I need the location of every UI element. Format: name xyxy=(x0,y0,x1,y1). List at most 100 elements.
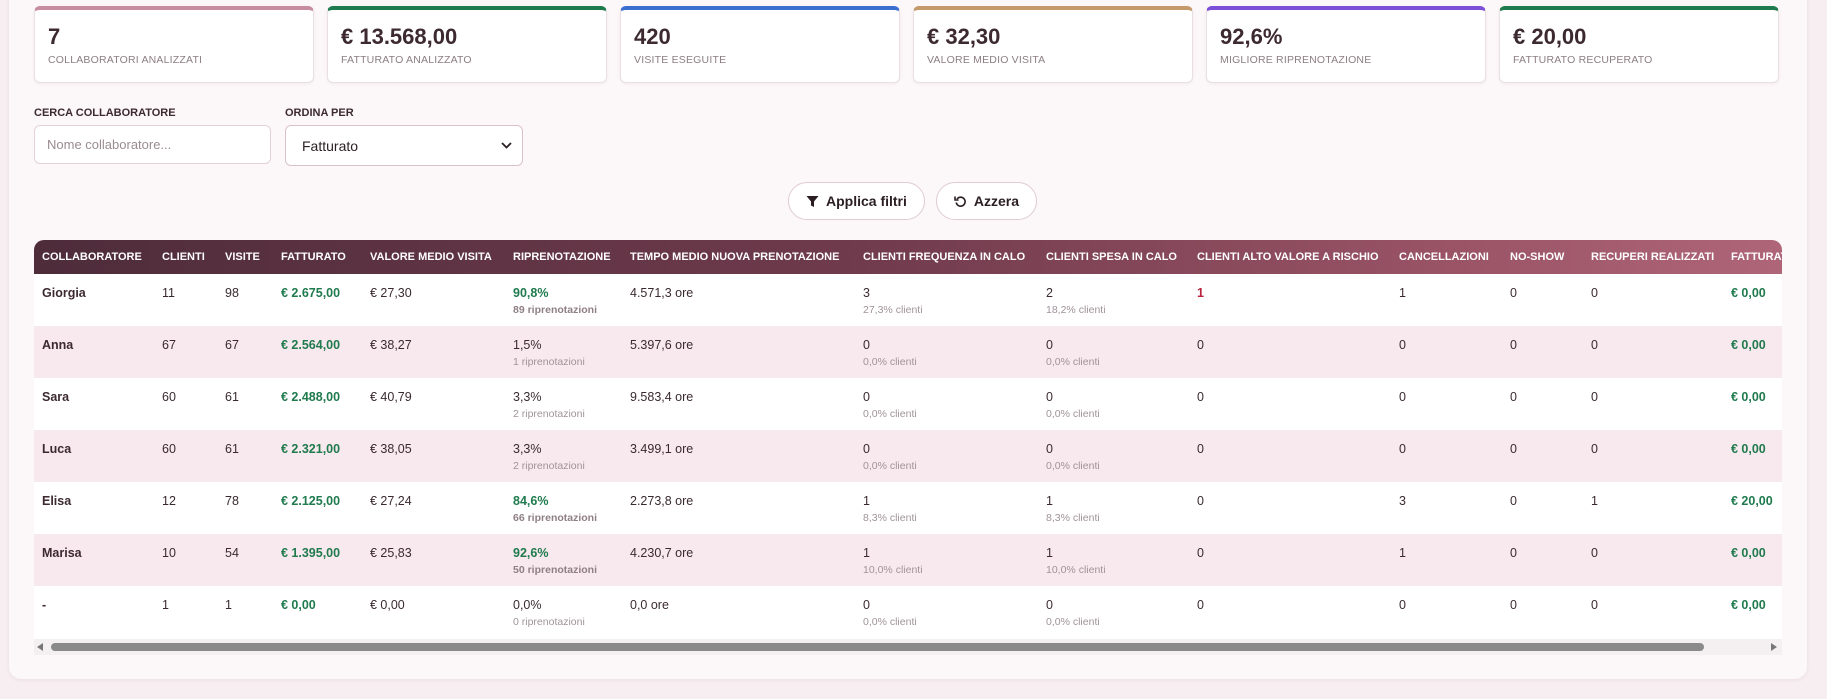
table-row[interactable]: Anna 67 67 € 2.564,00 € 38,27 1,5% 1 riprenota… xyxy=(34,326,1782,378)
column-header[interactable]: Tempo medio nuova prenotazione xyxy=(622,240,855,274)
avg-visit-value-cell: € 27,24 xyxy=(362,482,505,534)
no-show-cell: 0 xyxy=(1502,586,1583,638)
search-filter: Cerca collaboratore Nome collaboratore..… xyxy=(34,107,271,166)
sort-select[interactable]: Fatturato xyxy=(285,125,523,166)
clients-cell: 60 xyxy=(154,378,217,430)
reset-label: Azzera xyxy=(973,193,1020,209)
column-header[interactable]: Riprenotazione xyxy=(505,240,622,274)
frequency-drop-cell-detail: 0,0% clienti xyxy=(863,408,917,420)
reset-button[interactable]: Azzera xyxy=(935,182,1038,220)
table-row[interactable]: Sara 60 61 € 2.488,00 € 40,79 3,3% 2 riprenota… xyxy=(34,378,1782,430)
rebooking-cell-detail: 66 riprenotazioni xyxy=(513,512,598,524)
collaborators-table: Collaboratore Clienti Visite Fatturato Valor… xyxy=(34,240,1782,654)
rebooking-cell-detail: 50 riprenotazioni xyxy=(513,564,598,576)
avg-rebooking-time-cell: 0,0 ore xyxy=(622,586,855,638)
column-header[interactable]: Recuperi realizzati xyxy=(1583,240,1723,274)
scroll-right-icon[interactable] xyxy=(1771,643,1777,651)
column-header[interactable]: Clienti alto valore a rischio xyxy=(1189,240,1391,274)
visits-cell: 1 xyxy=(217,586,273,638)
avg-rebooking-time-cell: 3.499,1 ore xyxy=(622,430,855,482)
horizontal-scrollbar[interactable] xyxy=(34,639,1782,655)
high-value-risk-cell: 0 xyxy=(1189,586,1391,638)
high-value-risk-cell: 1 xyxy=(1189,274,1391,326)
kpi-value: 420 xyxy=(634,24,671,49)
spending-drop-cell-value: 0 xyxy=(1046,338,1053,352)
spending-drop-cell-detail: 0,0% clienti xyxy=(1046,460,1100,472)
table-row[interactable]: Luca 60 61 € 2.321,00 € 38,05 3,3% 2 riprenota… xyxy=(34,430,1782,482)
recovered-revenue-cell: € 0,00 xyxy=(1723,274,1782,326)
rebooking-cell-value: 0,0% xyxy=(513,598,542,612)
table-row[interactable]: Elisa 12 78 € 2.125,00 € 27,24 84,6% 66 ripren… xyxy=(34,482,1782,534)
column-header[interactable]: Clienti frequenza in calo xyxy=(855,240,1038,274)
scrollbar-thumb[interactable] xyxy=(51,643,1704,651)
cancellations-cell: 3 xyxy=(1391,482,1502,534)
scroll-left-icon[interactable] xyxy=(37,643,43,651)
spending-drop-cell: 1 8,3% clienti xyxy=(1038,482,1189,534)
collaborator-name-cell: Anna xyxy=(34,326,154,378)
avg-rebooking-time-cell: 4.571,3 ore xyxy=(622,274,855,326)
avg-rebooking-time-cell: 5.397,6 ore xyxy=(622,326,855,378)
spending-drop-cell: 0 0,0% clienti xyxy=(1038,430,1189,482)
search-input[interactable]: Nome collaboratore... xyxy=(34,125,271,164)
rebooking-cell-detail: 0 riprenotazioni xyxy=(513,616,585,628)
table-row[interactable]: -1 1 € 0,00 € 0,00 0,0% 0 riprenotazioni 0,0 o… xyxy=(34,586,1782,638)
cancellations-cell: 0 xyxy=(1391,378,1502,430)
avg-visit-value-cell: € 38,27 xyxy=(362,326,505,378)
recoveries-cell: 0 xyxy=(1583,430,1723,482)
spending-drop-cell-detail: 0,0% clienti xyxy=(1046,356,1100,368)
recovered-revenue-cell: € 20,00 xyxy=(1723,482,1782,534)
recoveries-cell: 0 xyxy=(1583,586,1723,638)
no-show-cell: 0 xyxy=(1502,326,1583,378)
kpi-card: € 13.568,00 Fatturato analizzato xyxy=(327,6,607,83)
spending-drop-cell: 2 18,2% clienti xyxy=(1038,274,1189,326)
frequency-drop-cell: 1 8,3% clienti xyxy=(855,482,1038,534)
visits-cell: 61 xyxy=(217,430,273,482)
table-row[interactable]: Marisa 10 54 € 1.395,00 € 25,83 92,6% 50 ripre… xyxy=(34,534,1782,586)
column-header[interactable]: Fatturato xyxy=(273,240,362,274)
frequency-drop-cell-value: 1 xyxy=(863,546,870,560)
visits-cell: 98 xyxy=(217,274,273,326)
spending-drop-cell-value: 1 xyxy=(1046,546,1053,560)
frequency-drop-cell-detail: 0,0% clienti xyxy=(863,616,917,628)
rebooking-cell-detail: 1 riprenotazioni xyxy=(513,356,585,368)
spending-drop-cell-value: 0 xyxy=(1046,442,1053,456)
column-header[interactable]: No-show xyxy=(1502,240,1583,274)
frequency-drop-cell-value: 0 xyxy=(863,598,870,612)
filter-icon xyxy=(806,195,819,208)
avg-rebooking-time-cell: 4.230,7 ore xyxy=(622,534,855,586)
revenue-cell: € 2.125,00 xyxy=(273,482,362,534)
no-show-cell: 0 xyxy=(1502,430,1583,482)
cancellations-cell: 1 xyxy=(1391,534,1502,586)
spending-drop-cell-value: 1 xyxy=(1046,494,1053,508)
spending-drop-cell: 0 0,0% clienti xyxy=(1038,326,1189,378)
table-row[interactable]: Giorgia 11 98 € 2.675,00 € 27,30 90,8% 89 ripr… xyxy=(34,274,1782,326)
visits-cell: 67 xyxy=(217,326,273,378)
cancellations-cell: 0 xyxy=(1391,326,1502,378)
visits-cell: 54 xyxy=(217,534,273,586)
clients-cell: 11 xyxy=(154,274,217,326)
kpi-card: € 32,30 Valore medio visita xyxy=(913,6,1193,83)
column-header[interactable]: Fatturato recuperato xyxy=(1723,240,1782,274)
recovered-revenue-cell: € 0,00 xyxy=(1723,378,1782,430)
column-header[interactable]: Clienti spesa in calo xyxy=(1038,240,1189,274)
high-value-risk-cell: 0 xyxy=(1189,326,1391,378)
rebooking-cell-value: 3,3% xyxy=(513,390,542,404)
kpi-value: € 13.568,00 xyxy=(341,24,458,49)
recovered-revenue-cell: € 0,00 xyxy=(1723,534,1782,586)
no-show-cell: 0 xyxy=(1502,482,1583,534)
rebooking-cell: 0,0% 0 riprenotazioni xyxy=(505,586,622,638)
rebooking-cell-value: 84,6% xyxy=(513,494,549,508)
frequency-drop-cell: 0 0,0% clienti xyxy=(855,378,1038,430)
apply-filters-button[interactable]: Applica filtri xyxy=(788,182,925,220)
column-header[interactable]: Clienti xyxy=(154,240,217,274)
rebooking-cell-detail: 2 riprenotazioni xyxy=(513,460,585,472)
recoveries-cell: 0 xyxy=(1583,378,1723,430)
rebooking-cell: 92,6% 50 riprenotazioni xyxy=(505,534,622,586)
recovered-revenue-cell: € 0,00 xyxy=(1723,430,1782,482)
column-header[interactable]: Cancellazioni xyxy=(1391,240,1502,274)
kpi-value: € 32,30 xyxy=(927,24,1001,49)
column-header[interactable]: Visite xyxy=(217,240,273,274)
column-header[interactable]: Valore medio visita xyxy=(362,240,505,274)
column-header[interactable]: Collaboratore xyxy=(34,240,154,274)
kpi-label: Migliore riprenotazione xyxy=(1220,54,1372,66)
